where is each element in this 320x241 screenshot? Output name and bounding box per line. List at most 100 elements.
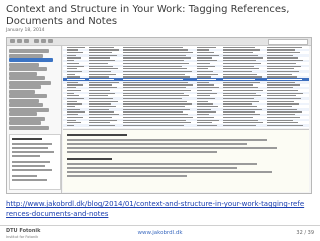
table-cell: [123, 52, 193, 54]
table-cell: [267, 73, 292, 75]
table-cell: [67, 87, 76, 89]
table-cell: [197, 60, 217, 62]
table-cell: [89, 54, 117, 56]
table-cell: [267, 62, 296, 65]
table-cell: [89, 108, 109, 110]
table-cell: [267, 87, 293, 89]
table-cell: [123, 87, 186, 89]
table-cell: [123, 124, 184, 127]
table-cell: [223, 103, 252, 105]
table-cell: [197, 122, 212, 124]
table-cell: [197, 124, 217, 127]
table-cell: [267, 60, 303, 62]
table-cell: [89, 84, 112, 86]
table-cell: [267, 108, 297, 110]
table-cell: [267, 81, 295, 83]
table-cell: [223, 100, 259, 102]
table-cell: [223, 60, 256, 62]
table-cell: [223, 84, 253, 86]
sidebar-item[interactable]: [9, 80, 51, 85]
table-cell: [89, 106, 116, 108]
table-cell: [267, 46, 302, 48]
table-cell: [223, 97, 254, 100]
sidebar-item[interactable]: [9, 53, 43, 58]
table-cell: [123, 62, 189, 65]
sidebar-item[interactable]: [9, 107, 49, 112]
table-cell: [223, 87, 258, 89]
preview-line: [67, 134, 127, 136]
table-cell: [67, 46, 85, 48]
filter-line: [12, 169, 52, 171]
table-cell: [223, 73, 257, 75]
sidebar-item[interactable]: [9, 112, 37, 116]
table-cell: [123, 116, 193, 119]
filter-panel: [9, 134, 61, 190]
table-cell: [267, 122, 298, 124]
toolbar-button[interactable]: [48, 39, 53, 43]
table-cell: [89, 122, 110, 124]
blog-link[interactable]: http://www.jakobrdl.dk/blog/2014/01/cont…: [6, 199, 306, 219]
table-cell: [267, 68, 294, 70]
table-cell: [223, 68, 259, 70]
app-toolbar: [7, 38, 311, 46]
table-row[interactable]: [63, 124, 309, 127]
table-cell: [223, 79, 255, 81]
table-cell: [223, 62, 261, 65]
table-cell: [67, 119, 76, 121]
sidebar-item[interactable]: [9, 71, 37, 76]
table-cell: [197, 79, 216, 81]
table-cell: [67, 68, 77, 70]
sidebar-item[interactable]: [9, 67, 47, 71]
sidebar-item[interactable]: [9, 121, 41, 125]
table-cell: [123, 103, 192, 105]
table-cell: [223, 119, 258, 121]
slide-date: January 18, 2014: [6, 28, 45, 33]
sidebar-item[interactable]: [9, 94, 47, 98]
preview-line: [67, 167, 237, 169]
table-cell: [223, 114, 260, 116]
table-cell: [123, 70, 192, 73]
table-cell: [89, 49, 119, 51]
filter-line: [12, 161, 50, 163]
table-cell: [223, 46, 255, 48]
sidebar-item[interactable]: [9, 49, 49, 53]
table-cell: [267, 106, 292, 108]
sidebar-item[interactable]: [9, 125, 49, 130]
table-cell: [267, 103, 299, 105]
table-cell: [267, 95, 296, 97]
sidebar-item[interactable]: [9, 103, 43, 107]
table-cell: [89, 119, 117, 121]
table-cell: [67, 73, 75, 75]
table-cell: [223, 52, 253, 54]
search-input[interactable]: [268, 39, 308, 45]
table-cell: [197, 87, 219, 89]
sidebar-item[interactable]: [9, 89, 35, 94]
sidebar-item[interactable]: [9, 58, 53, 62]
table-cell: [89, 60, 115, 62]
table-cell: [197, 84, 214, 86]
table-cell: [223, 108, 262, 110]
sidebar-item[interactable]: [9, 98, 39, 103]
table-cell: [123, 81, 188, 83]
table-cell: [267, 100, 294, 102]
toolbar-button[interactable]: [34, 39, 39, 43]
table-cell: [89, 76, 109, 78]
table-cell: [89, 124, 115, 127]
sidebar-item[interactable]: [9, 85, 41, 89]
toolbar-button[interactable]: [41, 39, 46, 43]
toolbar-button[interactable]: [10, 39, 15, 43]
table-cell: [67, 111, 85, 113]
table-cell: [123, 46, 183, 48]
table-cell: [267, 52, 300, 54]
footer-site-link[interactable]: www.jakobrdl.dk: [0, 230, 320, 236]
table-cell: [89, 73, 116, 75]
sidebar-item[interactable]: [9, 62, 39, 67]
table-cell: [67, 79, 85, 81]
toolbar-button[interactable]: [17, 39, 22, 43]
table-cell: [267, 119, 293, 121]
sidebar-item[interactable]: [9, 76, 45, 80]
toolbar-button[interactable]: [24, 39, 29, 43]
sidebar-item[interactable]: [9, 116, 45, 121]
table-cell: [267, 92, 303, 94]
table-cell: [197, 57, 212, 59]
